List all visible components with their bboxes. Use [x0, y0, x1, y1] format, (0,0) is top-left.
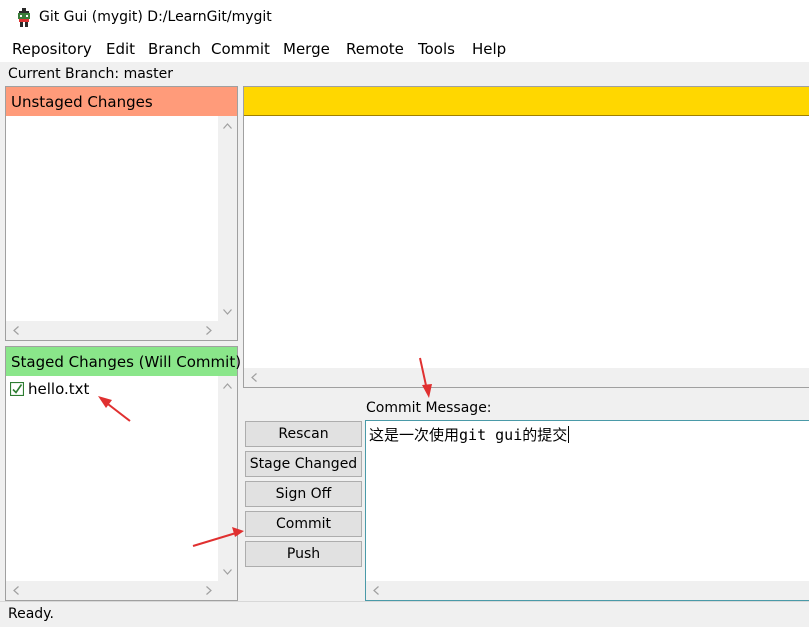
- git-gui-app-icon: [18, 8, 30, 27]
- menu-tools[interactable]: Tools: [418, 40, 455, 58]
- menu-bar: Repository Edit Branch Commit Merge Remo…: [0, 36, 809, 62]
- scroll-left-icon[interactable]: [6, 321, 25, 340]
- commit-message-text-suffix: 的提交: [522, 426, 568, 444]
- current-branch-label: Current Branch: master: [8, 66, 173, 82]
- menu-commit[interactable]: Commit: [211, 40, 270, 58]
- diff-viewer-pane[interactable]: [243, 86, 809, 388]
- scroll-corner: [218, 321, 237, 340]
- scroll-up-icon[interactable]: [218, 376, 237, 395]
- checkbox-checked-icon[interactable]: [10, 382, 24, 396]
- menu-branch[interactable]: Branch: [148, 40, 201, 58]
- staged-horizontal-scrollbar[interactable]: [6, 581, 218, 600]
- title-bar: Git Gui (mygit) D:/LearnGit/mygit: [0, 0, 809, 36]
- stage-changed-button[interactable]: Stage Changed: [245, 451, 362, 477]
- commit-message-input[interactable]: 这是一次使用git gui的提交: [365, 420, 809, 601]
- scroll-right-icon[interactable]: [199, 581, 218, 600]
- rescan-button[interactable]: Rescan: [245, 421, 362, 447]
- commit-message-text-prefix: 这是一次使用: [369, 426, 460, 444]
- unstaged-changes-pane[interactable]: Unstaged Changes: [5, 86, 238, 341]
- window-title: Git Gui (mygit) D:/LearnGit/mygit: [39, 9, 272, 25]
- scroll-down-icon[interactable]: [218, 562, 237, 581]
- unstaged-horizontal-scrollbar[interactable]: [6, 321, 218, 340]
- commit-message-text[interactable]: 这是一次使用git gui的提交: [369, 424, 570, 445]
- diff-horizontal-scrollbar[interactable]: [244, 368, 809, 387]
- commit-message-label: Commit Message:: [366, 400, 492, 416]
- menu-merge[interactable]: Merge: [283, 40, 330, 58]
- scroll-up-icon[interactable]: [218, 116, 237, 135]
- staged-changes-header: Staged Changes (Will Commit): [6, 347, 241, 376]
- menu-help[interactable]: Help: [472, 40, 506, 58]
- status-bar: Ready.: [0, 601, 809, 627]
- unstaged-changes-header: Unstaged Changes: [6, 87, 237, 116]
- diff-header-bar: [244, 87, 809, 116]
- commit-button[interactable]: Commit: [245, 511, 362, 537]
- staged-file-row[interactable]: hello.txt: [10, 379, 89, 399]
- scroll-left-icon[interactable]: [6, 581, 25, 600]
- staged-file-name[interactable]: hello.txt: [28, 380, 89, 398]
- menu-repository[interactable]: Repository: [12, 40, 92, 58]
- scroll-right-icon[interactable]: [199, 321, 218, 340]
- branch-bar: Current Branch: master: [0, 62, 809, 86]
- text-caret: [568, 426, 570, 443]
- staged-changes-pane[interactable]: Staged Changes (Will Commit) hello.txt: [5, 346, 241, 601]
- scroll-down-icon[interactable]: [218, 302, 237, 321]
- menu-edit[interactable]: Edit: [106, 40, 135, 58]
- commit-message-text-code: git gui: [459, 426, 523, 444]
- scroll-left-icon[interactable]: [366, 581, 385, 600]
- unstaged-vertical-scrollbar[interactable]: [218, 116, 237, 321]
- staged-vertical-scrollbar[interactable]: [218, 376, 237, 581]
- scroll-left-icon[interactable]: [244, 368, 263, 387]
- sign-off-button[interactable]: Sign Off: [245, 481, 362, 507]
- menu-remote[interactable]: Remote: [346, 40, 404, 58]
- commit-message-horizontal-scrollbar[interactable]: [366, 581, 809, 600]
- status-text: Ready.: [8, 606, 54, 622]
- push-button[interactable]: Push: [245, 541, 362, 567]
- scroll-corner: [218, 581, 237, 600]
